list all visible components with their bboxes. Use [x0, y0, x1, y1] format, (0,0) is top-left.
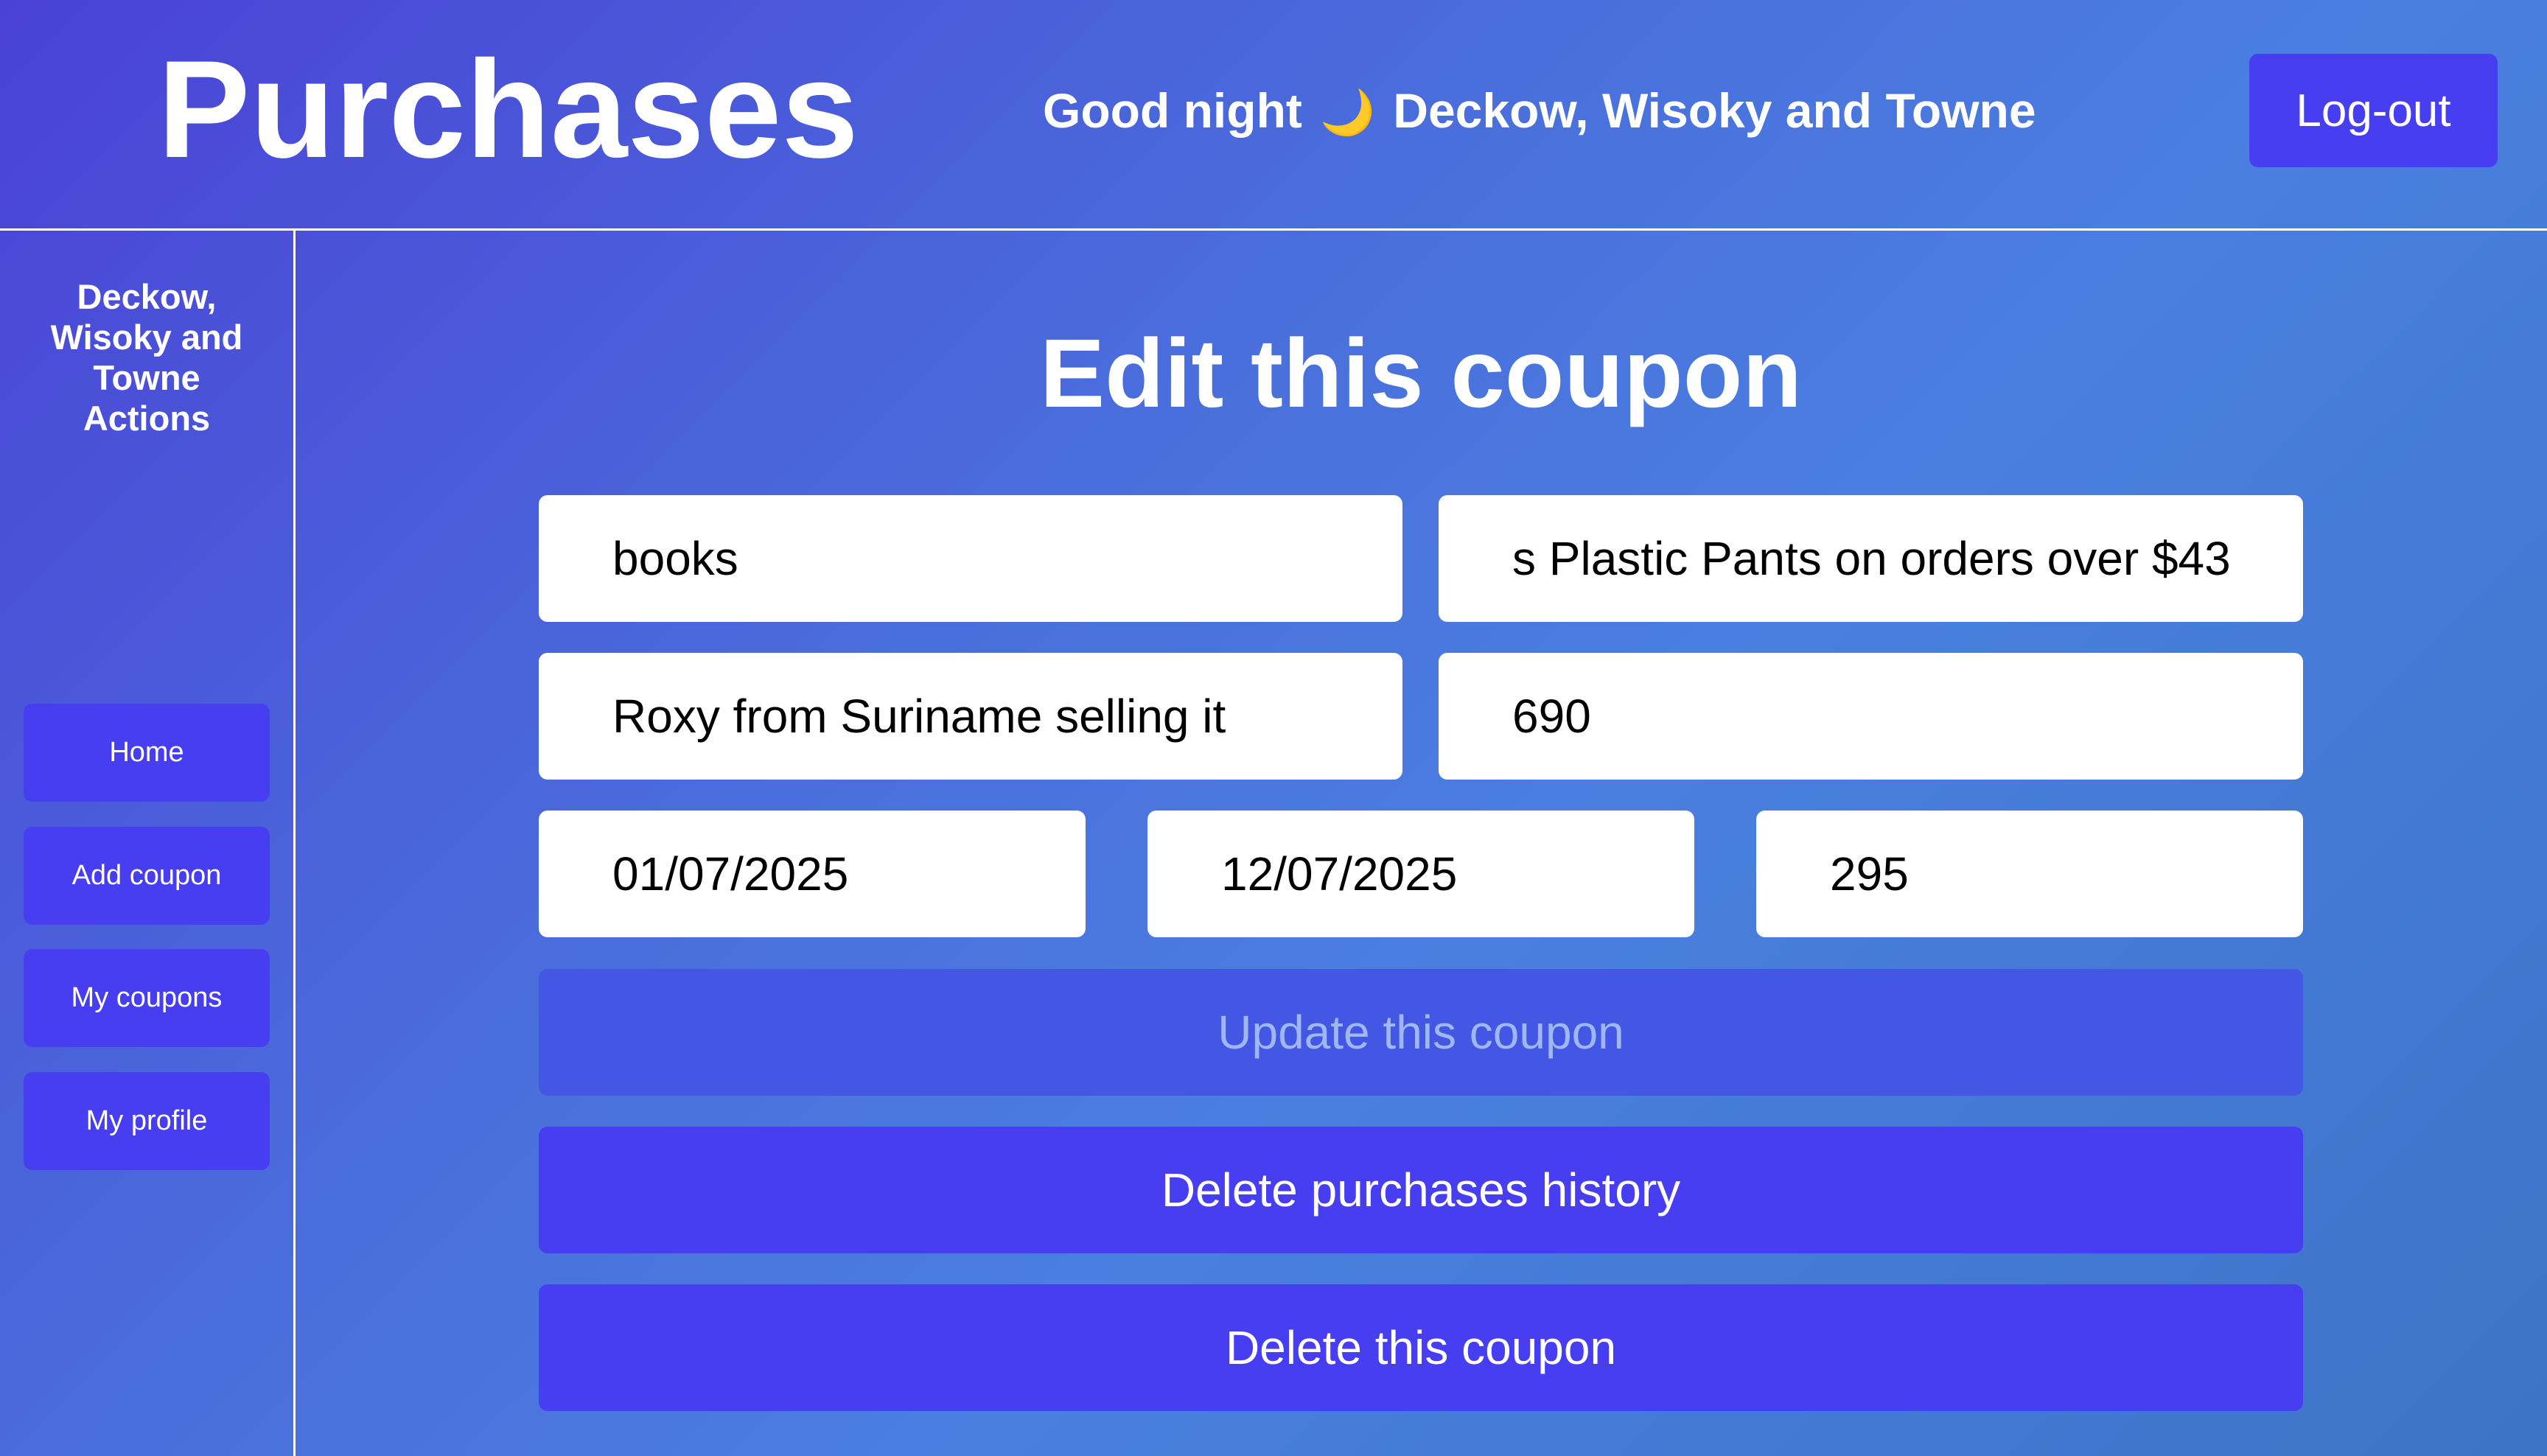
sidebar-item-add-coupon[interactable]: Add coupon [24, 827, 270, 925]
sidebar-item-my-profile[interactable]: My profile [24, 1072, 270, 1170]
page: Purchases Good night 🌙 Deckow, Wisoky an… [0, 0, 2547, 1456]
greeting: Good night 🌙 Deckow, Wisoky and Towne [1043, 80, 2036, 144]
logout-button[interactable]: Log-out [2249, 54, 2498, 167]
sidebar: Deckow, Wisoky and Towne Actions Home Ad… [0, 231, 296, 1456]
moon-icon: 🌙 [1320, 87, 1375, 139]
price-input[interactable]: 295 [1756, 811, 2303, 937]
sidebar-title-line: Actions [83, 399, 211, 438]
sidebar-title-line: Towne [93, 358, 200, 397]
sidebar-title-line: Wisoky and [50, 318, 243, 357]
sidebar-title: Deckow, Wisoky and Towne Actions [0, 276, 293, 438]
amount-input[interactable]: 690 [1439, 653, 2303, 780]
category-input[interactable]: books [539, 495, 1402, 622]
delete-coupon-button[interactable]: Delete this coupon [539, 1284, 2303, 1411]
start-date-input[interactable]: 01/07/2025 [539, 811, 1086, 937]
company-name: Deckow, Wisoky and Towne [1393, 83, 2036, 138]
sidebar-item-home[interactable]: Home [24, 704, 270, 802]
update-coupon-button[interactable]: Update this coupon [539, 969, 2303, 1096]
sidebar-title-line: Deckow, [77, 277, 217, 316]
description-input[interactable]: s Plastic Pants on orders over $43 [1439, 495, 2303, 622]
sidebar-item-my-coupons[interactable]: My coupons [24, 949, 270, 1047]
end-date-input[interactable]: 12/07/2025 [1147, 811, 1694, 937]
app-title: Purchases [158, 32, 859, 186]
page-title: Edit this coupon [1040, 319, 1802, 427]
greeting-text: Good night [1043, 83, 1302, 138]
delete-purchases-history-button[interactable]: Delete purchases history [539, 1127, 2303, 1253]
title-input[interactable]: Roxy from Suriname selling it [539, 653, 1402, 780]
header: Purchases Good night 🌙 Deckow, Wisoky an… [0, 0, 2547, 231]
